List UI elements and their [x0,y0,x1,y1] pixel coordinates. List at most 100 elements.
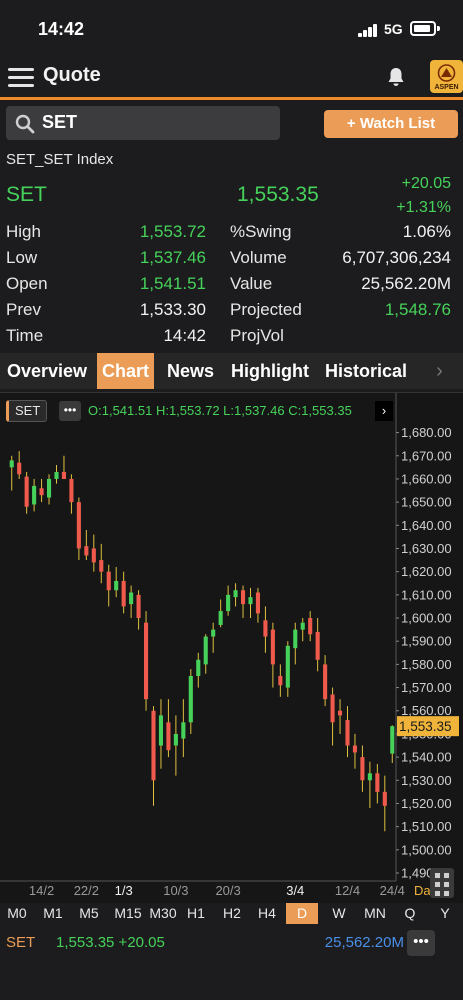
timeframe-h1[interactable]: H1 [178,903,214,924]
logo-text: ASPEN [434,84,459,91]
search-box[interactable] [6,106,280,140]
y-tick-label: 1,600.00 [401,611,452,626]
quote-change: +20.05 [401,175,451,192]
stat-label-right: Value [230,274,273,293]
tab-overview[interactable]: Overview [2,353,92,389]
watch-list-button[interactable]: + Watch List [324,110,458,138]
grid-dot [435,882,440,887]
stat-label: Open [6,274,48,293]
stat-row: Open 1,541.51 Value 25,562.20M [0,274,463,300]
stat-label: Time [6,326,44,345]
aspen-logo[interactable]: ASPEN [430,60,463,93]
y-tick-label: 1,620.00 [401,564,452,579]
chart-symbol-tag[interactable]: SET [6,400,48,422]
stat-label: Prev [6,300,41,319]
candle-body [337,710,343,716]
candle-body [158,715,164,746]
tab-chart[interactable]: Chart [97,353,155,389]
candle-body [330,694,335,723]
stat-label: High [6,222,41,241]
tabs-scroll-right-icon[interactable]: › [416,353,463,389]
timeframe-w[interactable]: W [321,903,357,924]
grid-toggle-icon[interactable] [430,868,454,898]
search-input[interactable] [42,112,262,133]
timeframe-d[interactable]: D [286,903,318,924]
x-tick-label: 14/2 [29,883,54,898]
x-tick-label: 20/3 [215,883,240,898]
chart-background [0,393,463,903]
candle-body [91,548,96,563]
y-tick-label: 1,530.00 [401,773,452,788]
candlestick-chart[interactable]: 1,680.00 1,670.00 1,660.00 1,650.00 1,640.00… [0,393,463,903]
candle-body [240,590,246,605]
chart-more-icon[interactable]: ••• [59,401,81,421]
timeframe-m30[interactable]: M30 [145,903,181,924]
bell-icon[interactable] [386,66,406,88]
timeframe-h4[interactable]: H4 [249,903,285,924]
timeframe-y[interactable]: Y [427,903,463,924]
timeframe-q[interactable]: Q [392,903,428,924]
grid-dot [435,891,440,896]
y-tick-label: 1,640.00 [401,518,452,533]
footer-symbol[interactable]: SET [6,934,35,951]
candle-body [69,478,74,503]
candle-body [263,620,268,637]
candle-body [218,611,223,625]
candle-body [367,773,372,781]
candle-body [17,462,22,475]
candle-body [360,757,365,781]
chart-panel[interactable]: 1,680.00 1,670.00 1,660.00 1,650.00 1,640.00… [0,392,463,903]
timeframe-m15[interactable]: M15 [110,903,146,924]
candle-body [308,618,313,635]
timeframe-mn[interactable]: MN [357,903,393,924]
timeframe-h2[interactable]: H2 [214,903,250,924]
candle-body [345,720,350,746]
candle-body [24,476,29,507]
tab-news[interactable]: News [162,353,219,389]
x-tick-label: 3/4 [286,883,304,898]
footer-ticker: SET 1,553.35 +20.05 25,562.20M ••• [0,926,463,958]
stat-value: 1,533.30 [139,300,206,319]
candle-body [293,629,298,649]
stat-row: Low 1,537.46 Volume 6,707,306,234 [0,248,463,274]
grid-dot [444,882,449,887]
candle-body [248,597,253,605]
candle-body [226,594,231,612]
candle-body [143,622,149,700]
stat-value: 1,553.72 [139,222,206,241]
stat-value-right: 1.06% [402,222,451,241]
x-tick-label: 1/3 [115,883,133,898]
candle-body [9,460,14,468]
candle-body [233,590,238,598]
battery-icon [410,21,436,36]
candle-body [181,722,186,739]
stat-value-right: 25,562.20M [361,274,451,293]
candle-body [166,722,171,751]
menu-icon[interactable] [8,68,34,88]
footer-more-button[interactable]: ••• [407,930,435,956]
candle-body [173,733,178,746]
timeframe-m5[interactable]: M5 [71,903,107,924]
y-tick-label: 1,520.00 [401,796,452,811]
tab-historical[interactable]: Historical [320,353,412,389]
candle-body [323,664,328,700]
candle-body [255,592,261,614]
candle-body [76,502,81,549]
timeframe-m0[interactable]: M0 [0,903,35,924]
y-tick-label: 1,580.00 [401,657,452,672]
y-tick-label: 1,650.00 [401,495,452,510]
timeframe-m1[interactable]: M1 [35,903,71,924]
candle-body [315,631,320,660]
y-tick-label: 1,670.00 [401,448,452,463]
tab-highlight[interactable]: Highlight [226,353,314,389]
stat-value-right: 1,548.76 [384,300,451,319]
candle-body [32,485,37,505]
quote-symbol: SET [6,183,47,206]
candle-body [121,580,126,607]
candle-body [285,645,290,688]
candle-body [375,773,380,792]
ohlc-expand-icon[interactable]: › [375,401,393,421]
y-tick-label: 1,540.00 [401,750,452,765]
y-tick-label: 1,510.00 [401,819,452,834]
stat-label: Low [6,248,38,267]
